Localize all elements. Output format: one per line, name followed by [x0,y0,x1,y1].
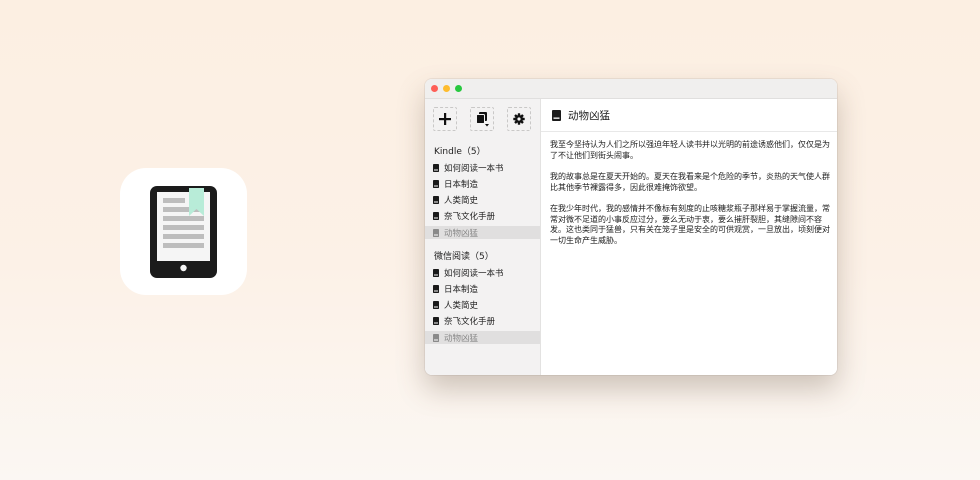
sidebar-book-item-selected[interactable]: 动物凶猛 [425,226,540,239]
zoom-window-button[interactable] [455,85,462,92]
stacked-books-icon [476,112,489,127]
book-icon [433,284,439,293]
excerpt-paragraph: 在我少年时代，我的感情并不像标有刻度的止咳糖浆瓶子那样易于掌握流量，常常对微不足… [550,204,830,245]
reader-window: Kindle（5） 如何阅读一本书 日本制造 人类简史 奈飞文化手册 动物凶猛 … [425,79,837,375]
minimize-window-button[interactable] [443,85,450,92]
close-window-button[interactable] [431,85,438,92]
book-icon [433,300,439,309]
book-icon [433,179,439,188]
book-title: 如何阅读一本书 [444,268,504,279]
gear-icon [513,113,525,125]
sidebar-book-item[interactable]: 人类简史 [425,193,540,206]
main-header: 动物凶猛 [541,99,837,132]
ebook-reader-icon [150,186,217,278]
add-button[interactable] [433,107,457,131]
sidebar-book-item[interactable]: 奈飞文化手册 [425,209,540,222]
excerpt-paragraph: 我至今坚持认为人们之所以强迫年轻人读书并以光明的前途诱惑他们，仅仅是为了不让他们… [550,140,830,160]
book-icon [433,316,439,325]
book-icon [433,268,439,277]
book-title: 人类简史 [444,195,479,206]
plus-icon [439,113,451,125]
sidebar: Kindle（5） 如何阅读一本书 日本制造 人类简史 奈飞文化手册 动物凶猛 … [425,99,541,375]
book-icon [433,195,439,204]
library-button[interactable] [470,107,494,131]
sidebar-book-item[interactable]: 如何阅读一本书 [425,266,540,279]
book-icon [433,333,439,342]
sidebar-book-item[interactable]: 日本制造 [425,177,540,190]
book-icon [433,163,439,172]
book-title: 日本制造 [444,284,479,295]
excerpt-paragraph: 我的故事总是在夏天开始的。夏天在我看来是个危险的季节，炎热的天气使人群比其他季节… [550,172,830,192]
book-title: 日本制造 [444,179,479,190]
main-pane: 动物凶猛 我至今坚持认为人们之所以强迫年轻人读书并以光明的前途诱惑他们，仅仅是为… [541,99,837,375]
book-icon [552,109,561,121]
sidebar-book-item[interactable]: 日本制造 [425,282,540,295]
app-icon [120,168,247,295]
book-title: 动物凶猛 [444,228,479,239]
sidebar-book-item[interactable]: 如何阅读一本书 [425,161,540,174]
settings-button[interactable] [507,107,531,131]
book-icon [433,211,439,220]
sidebar-book-item[interactable]: 奈飞文化手册 [425,314,540,327]
sidebar-book-item-selected[interactable]: 动物凶猛 [425,331,540,344]
book-title: 奈飞文化手册 [444,211,496,222]
sidebar-book-item[interactable]: 人类简史 [425,298,540,311]
book-title: 奈飞文化手册 [444,316,496,327]
book-excerpt: 我至今坚持认为人们之所以强迫年轻人读书并以光明的前途诱惑他们，仅仅是为了不让他们… [550,140,830,257]
section-title-kindle: Kindle（5） [434,147,486,157]
title-bar [425,79,837,99]
book-title: 如何阅读一本书 [444,163,504,174]
book-title: 人类简史 [444,300,479,311]
section-title-wechat-reading: 微信阅读（5） [434,252,494,262]
book-icon [433,228,439,237]
book-title-heading: 动物凶猛 [568,109,610,122]
book-title: 动物凶猛 [444,333,479,344]
